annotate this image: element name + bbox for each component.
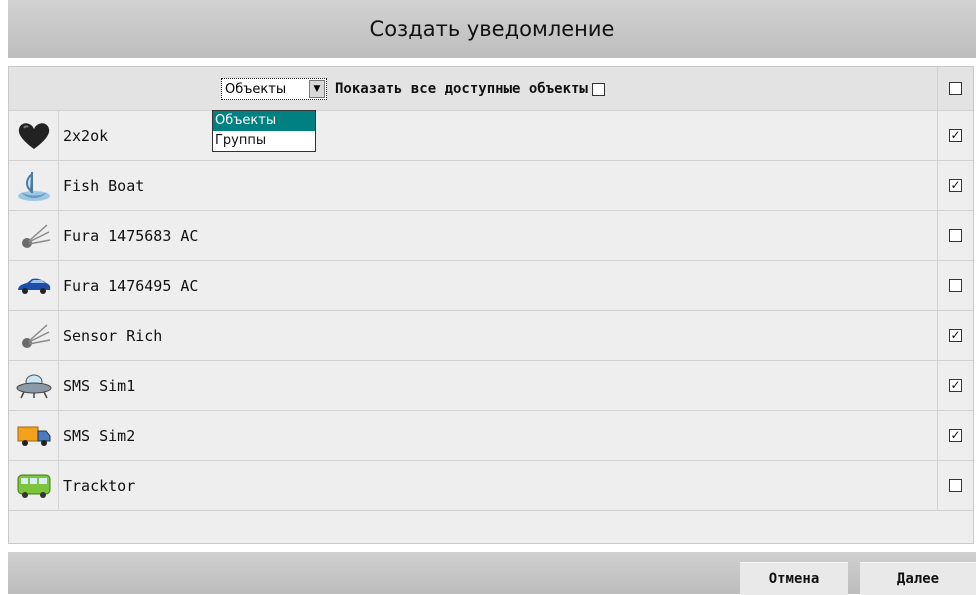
cancel-button[interactable]: Отмена	[740, 562, 848, 595]
satellite-icon	[9, 211, 59, 260]
table-row: Fura 1476495 AC	[9, 261, 973, 311]
object-type-select[interactable]: Объекты ▼	[221, 78, 327, 100]
object-checkbox-cell: ✓	[937, 111, 973, 160]
object-checkbox[interactable]	[949, 479, 962, 492]
table-row: Sensor Rich ✓	[9, 311, 973, 361]
object-checkbox[interactable]: ✓	[949, 179, 962, 192]
table-header-row: Объекты ▼ Показать все доступные объекты	[9, 67, 973, 111]
dropdown-option-objects[interactable]: Объекты	[213, 111, 315, 131]
select-all-cell	[937, 67, 973, 110]
object-checkbox[interactable]	[949, 279, 962, 292]
object-checkbox[interactable]: ✓	[949, 379, 962, 392]
show-all-checkbox[interactable]	[591, 82, 605, 96]
object-checkbox[interactable]: ✓	[949, 329, 962, 342]
object-name: 2x2ok	[63, 126, 109, 145]
object-checkbox-cell: ✓	[937, 311, 973, 360]
bus-icon	[9, 461, 59, 510]
object-name: SMS Sim2	[63, 426, 136, 445]
next-button[interactable]: Далее	[860, 562, 976, 595]
object-name: SMS Sim1	[63, 376, 136, 395]
object-checkbox[interactable]: ✓	[949, 129, 962, 142]
filter-controls: Объекты ▼ Показать все доступные объекты	[221, 67, 605, 111]
object-name: Fura 1476495 AC	[63, 276, 199, 295]
table-row: SMS Sim1 ✓	[9, 361, 973, 411]
car-icon	[9, 261, 59, 310]
object-name: Fura 1475683 AC	[63, 226, 199, 245]
heart-icon	[9, 111, 59, 160]
object-type-select-value: Объекты	[225, 81, 287, 97]
ufo-icon	[9, 361, 59, 410]
object-checkbox-cell: ✓	[937, 411, 973, 460]
table-row: 2x2ok ✓	[9, 111, 973, 161]
object-checkbox-cell	[937, 211, 973, 260]
object-type-dropdown: Объекты Группы	[212, 110, 316, 152]
dropdown-option-groups[interactable]: Группы	[213, 131, 315, 151]
table-row: Fura 1475683 AC	[9, 211, 973, 261]
object-checkbox-cell	[937, 461, 973, 510]
object-checkbox-cell: ✓	[937, 361, 973, 410]
object-checkbox[interactable]: ✓	[949, 429, 962, 442]
table-row: Tracktor	[9, 461, 973, 511]
chevron-down-icon[interactable]: ▼	[309, 80, 325, 98]
dialog-title-text: Создать уведомление	[369, 17, 615, 41]
objects-table: Объекты ▼ Показать все доступные объекты…	[8, 66, 974, 544]
select-all-checkbox[interactable]	[949, 82, 962, 95]
object-checkbox[interactable]	[949, 229, 962, 242]
show-all-label: Показать все доступные объекты	[335, 81, 588, 97]
object-name: Sensor Rich	[63, 326, 163, 345]
truck-icon	[9, 411, 59, 460]
object-name: Tracktor	[63, 476, 136, 495]
table-row: SMS Sim2 ✓	[9, 411, 973, 461]
dialog-title: Создать уведомление	[8, 0, 976, 58]
table-row: Fish Boat ✓	[9, 161, 973, 211]
boat-icon	[9, 161, 59, 210]
object-checkbox-cell	[937, 261, 973, 310]
dialog-footer: Отмена Далее	[8, 552, 976, 595]
object-name: Fish Boat	[63, 176, 145, 195]
object-checkbox-cell: ✓	[937, 161, 973, 210]
satellite-icon	[9, 311, 59, 360]
